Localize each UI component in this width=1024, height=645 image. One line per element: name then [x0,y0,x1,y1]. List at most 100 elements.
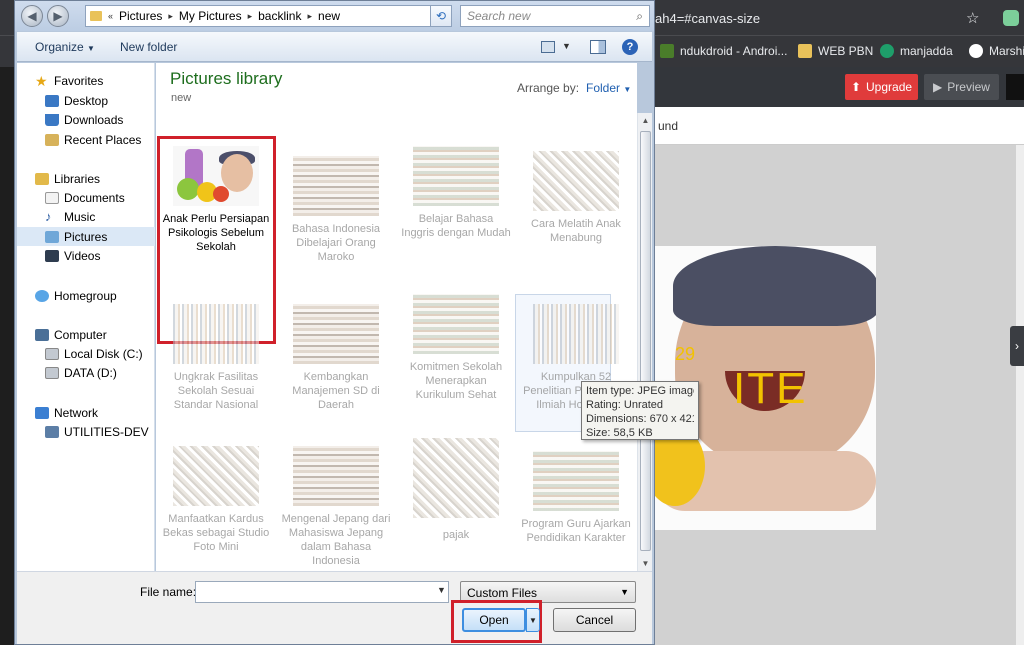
kid-thumbnail [173,146,259,206]
back-button[interactable]: ◀ [21,5,43,27]
nav-item-local-disk-c[interactable]: Local Disk (C:) [17,344,155,363]
nav-item-data-d[interactable]: DATA (D:) [17,363,155,382]
file-thumbnail [293,304,379,364]
upgrade-button[interactable]: ⬆ Upgrade [845,74,918,100]
file-thumbnail [413,146,499,206]
browser-url-text[interactable]: ah4=#canvas-size [655,11,760,26]
chevron-right-icon[interactable]: ▸ [168,11,173,22]
breadcrumb-item[interactable]: backlink [258,9,301,23]
editor-toolbar [655,107,1024,145]
more-button[interactable] [1006,74,1024,100]
tooltip-line: Size: 58,5 KB [586,427,653,439]
thumb-fruit [213,186,229,202]
file-name: Anak Perlu Persiapan Psikologis Sebelum … [162,213,270,253]
preview-button[interactable]: ▶ Preview [924,74,999,100]
help-icon[interactable]: ? [622,39,638,55]
breadcrumb-item[interactable]: new [318,9,340,23]
nav-favorites[interactable]: ★ Favorites [17,71,155,90]
dialog-bottom-bar: File name: ▼ Custom Files ▼ Open ▼ Cance… [17,571,652,644]
chevron-down-icon[interactable]: ▼ [437,585,446,595]
file-thumbnail [173,446,259,506]
chevron-down-icon[interactable]: ▼ [562,41,571,51]
chevron-down-icon: ▼ [529,615,537,625]
file-name: Mengenal Jepang dari Mahasiswa Jepang da… [281,513,391,567]
file-open-dialog: ◀ ▶ « Pictures ▸ My Pictures ▸ backlink … [14,0,655,645]
nav-libraries[interactable]: Libraries [17,169,155,188]
file-thumbnail [533,151,619,211]
tooltip-line: Item type: JPEG image [586,385,694,397]
nav-item-documents[interactable]: Documents [17,188,155,207]
network-icon [35,406,49,419]
dialog-title-bar: ◀ ▶ « Pictures ▸ My Pictures ▸ backlink … [15,1,654,31]
extension-icon[interactable] [1003,10,1019,26]
star-icon: ★ [35,72,48,89]
refresh-icon: ⟲ [435,9,447,23]
search-input[interactable]: Search new ⌕ [460,5,650,27]
file-name: Manfaatkan Kardus Bekas sebagai Studio F… [162,513,270,553]
file-name-input[interactable] [195,581,449,603]
bookmark-star-icon[interactable]: ☆ [966,9,979,27]
scroll-up-icon[interactable]: ▲ [639,113,652,128]
drive-icon [45,366,59,379]
canvas-overlay-number: 29 [675,344,696,364]
file-thumbnail [533,304,619,364]
file-name: Program Guru Ajarkan Pendidikan Karakter [521,518,631,544]
homegroup-icon [35,289,49,302]
file-thumbnail [413,438,499,518]
open-options-dropdown[interactable]: ▼ [526,608,540,632]
file-name: Komitmen Sekolah Menerapkan Kurikulum Se… [409,361,503,401]
bookmark-manjadda[interactable]: manjadda [880,44,953,58]
scroll-down-icon[interactable]: ▼ [639,556,652,571]
file-info-tooltip: Item type: JPEG image Rating: Unrated Di… [581,381,699,440]
play-icon: ▶ [933,80,943,94]
file-thumbnail [293,156,379,216]
new-folder-button[interactable]: New folder [120,40,177,54]
libraries-icon [35,172,49,185]
folder-icon [90,11,102,21]
chevron-down-icon: ▼ [623,85,632,94]
photo-hair [673,246,876,326]
nav-item-music[interactable]: ♪ Music [17,207,155,226]
nav-item-recent-places[interactable]: Recent Places [17,130,155,149]
google-icon [969,44,983,58]
chevron-down-icon: ▼ [620,587,629,597]
nav-item-pictures[interactable]: Pictures [17,227,155,246]
editor-right-strip [1016,145,1024,645]
organize-menu[interactable]: Organize ▼ [35,40,95,54]
nav-homegroup[interactable]: Homegroup [17,286,155,305]
arrow-right-icon: ▶ [53,9,63,23]
file-name: Kembangkan Manajemen SD di Daerah [292,371,380,411]
nav-item-desktop[interactable]: Desktop [17,91,155,110]
breadcrumb-item[interactable]: Pictures [119,9,162,23]
cancel-button[interactable]: Cancel [553,608,636,632]
bookmark-web-pbn[interactable]: WEB PBN [798,44,873,58]
scrollbar-thumb[interactable] [640,131,651,551]
refresh-button[interactable]: ⟲ [430,5,452,27]
address-bar[interactable]: « Pictures ▸ My Pictures ▸ backlink ▸ ne… [85,5,445,27]
file-name: Belajar Bahasa Inggris dengan Mudah [401,213,511,239]
nav-item-videos[interactable]: Videos [17,246,155,265]
nav-computer[interactable]: Computer [17,325,155,344]
breadcrumb-item[interactable]: My Pictures [179,9,242,23]
forward-button[interactable]: ▶ [47,5,69,27]
breadcrumb-overflow-icon[interactable]: « [108,11,113,21]
music-icon: ♪ [45,208,52,224]
chevron-right-icon[interactable]: ▸ [307,11,312,22]
arrange-by-dropdown[interactable]: Folder ▼ [586,81,631,95]
downloads-icon [45,113,59,126]
vertical-scrollbar[interactable]: ▲ ▼ [637,113,652,571]
nav-network[interactable]: Network [17,403,155,422]
open-button[interactable]: Open [462,608,526,632]
nav-item-utilities-dev[interactable]: UTILITIES-DEV [17,422,155,441]
chevron-right-icon[interactable]: › [1010,326,1024,366]
search-icon[interactable]: ⌕ [636,9,643,24]
preview-pane-icon[interactable] [590,40,606,54]
chevron-right-icon[interactable]: ▸ [248,11,253,22]
desktop-icon [45,94,59,107]
change-view-icon[interactable] [541,41,555,53]
bookmark-marsh[interactable]: Marshi [969,44,1024,58]
nav-item-downloads[interactable]: Downloads [17,110,155,129]
drive-icon [45,347,59,360]
bookmark-ndukdroid[interactable]: ndukdroid - Androi... [660,44,787,58]
recent-places-icon [45,133,59,146]
